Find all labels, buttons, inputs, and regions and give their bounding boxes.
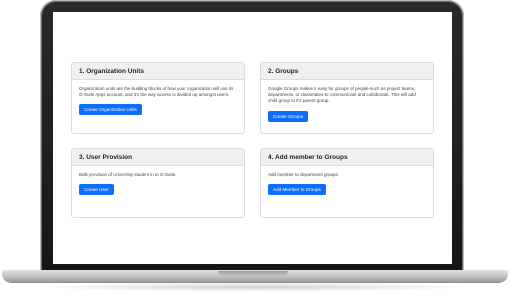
card-add-member-to-groups: 4. Add member to Groups Add member to de… <box>260 148 434 218</box>
card-description: Organization units are the building bloc… <box>79 86 234 98</box>
card-title: 1. Organization Units <box>72 63 244 80</box>
card-description: Bulk provision of University student in … <box>79 172 177 177</box>
create-groups-button[interactable]: Create Groups <box>268 110 309 122</box>
card-description: Add member to department groups. <box>268 172 340 177</box>
laptop-hinge-notch <box>218 271 288 276</box>
card-title: 3. User Provision <box>72 149 244 166</box>
add-member-to-groups-button[interactable]: Add Member to Groups <box>268 184 326 196</box>
card-groups: 2. Groups Google Groups makes it easy fo… <box>260 62 434 134</box>
card-organization-units: 1. Organization Units Organization units… <box>71 62 245 134</box>
card-body: Google Groups makes it easy for groups o… <box>261 80 433 123</box>
card-title: 2. Groups <box>261 63 433 80</box>
card-description: Google Groups makes it easy for groups o… <box>268 86 416 104</box>
laptop-screen: 1. Organization Units Organization units… <box>53 12 452 264</box>
laptop-shadow <box>40 282 470 292</box>
create-organization-units-button[interactable]: Create Organization Units <box>79 104 142 116</box>
card-user-provision: 3. User Provision Bulk provision of Univ… <box>71 148 245 218</box>
card-body: Organization units are the building bloc… <box>72 80 244 116</box>
create-user-button[interactable]: Create User <box>79 184 114 196</box>
card-body: Bulk provision of University student in … <box>72 166 244 196</box>
card-title: 4. Add member to Groups <box>261 149 433 166</box>
card-body: Add member to department groups. Add Mem… <box>261 166 433 196</box>
card-grid: 1. Organization Units Organization units… <box>71 62 434 218</box>
